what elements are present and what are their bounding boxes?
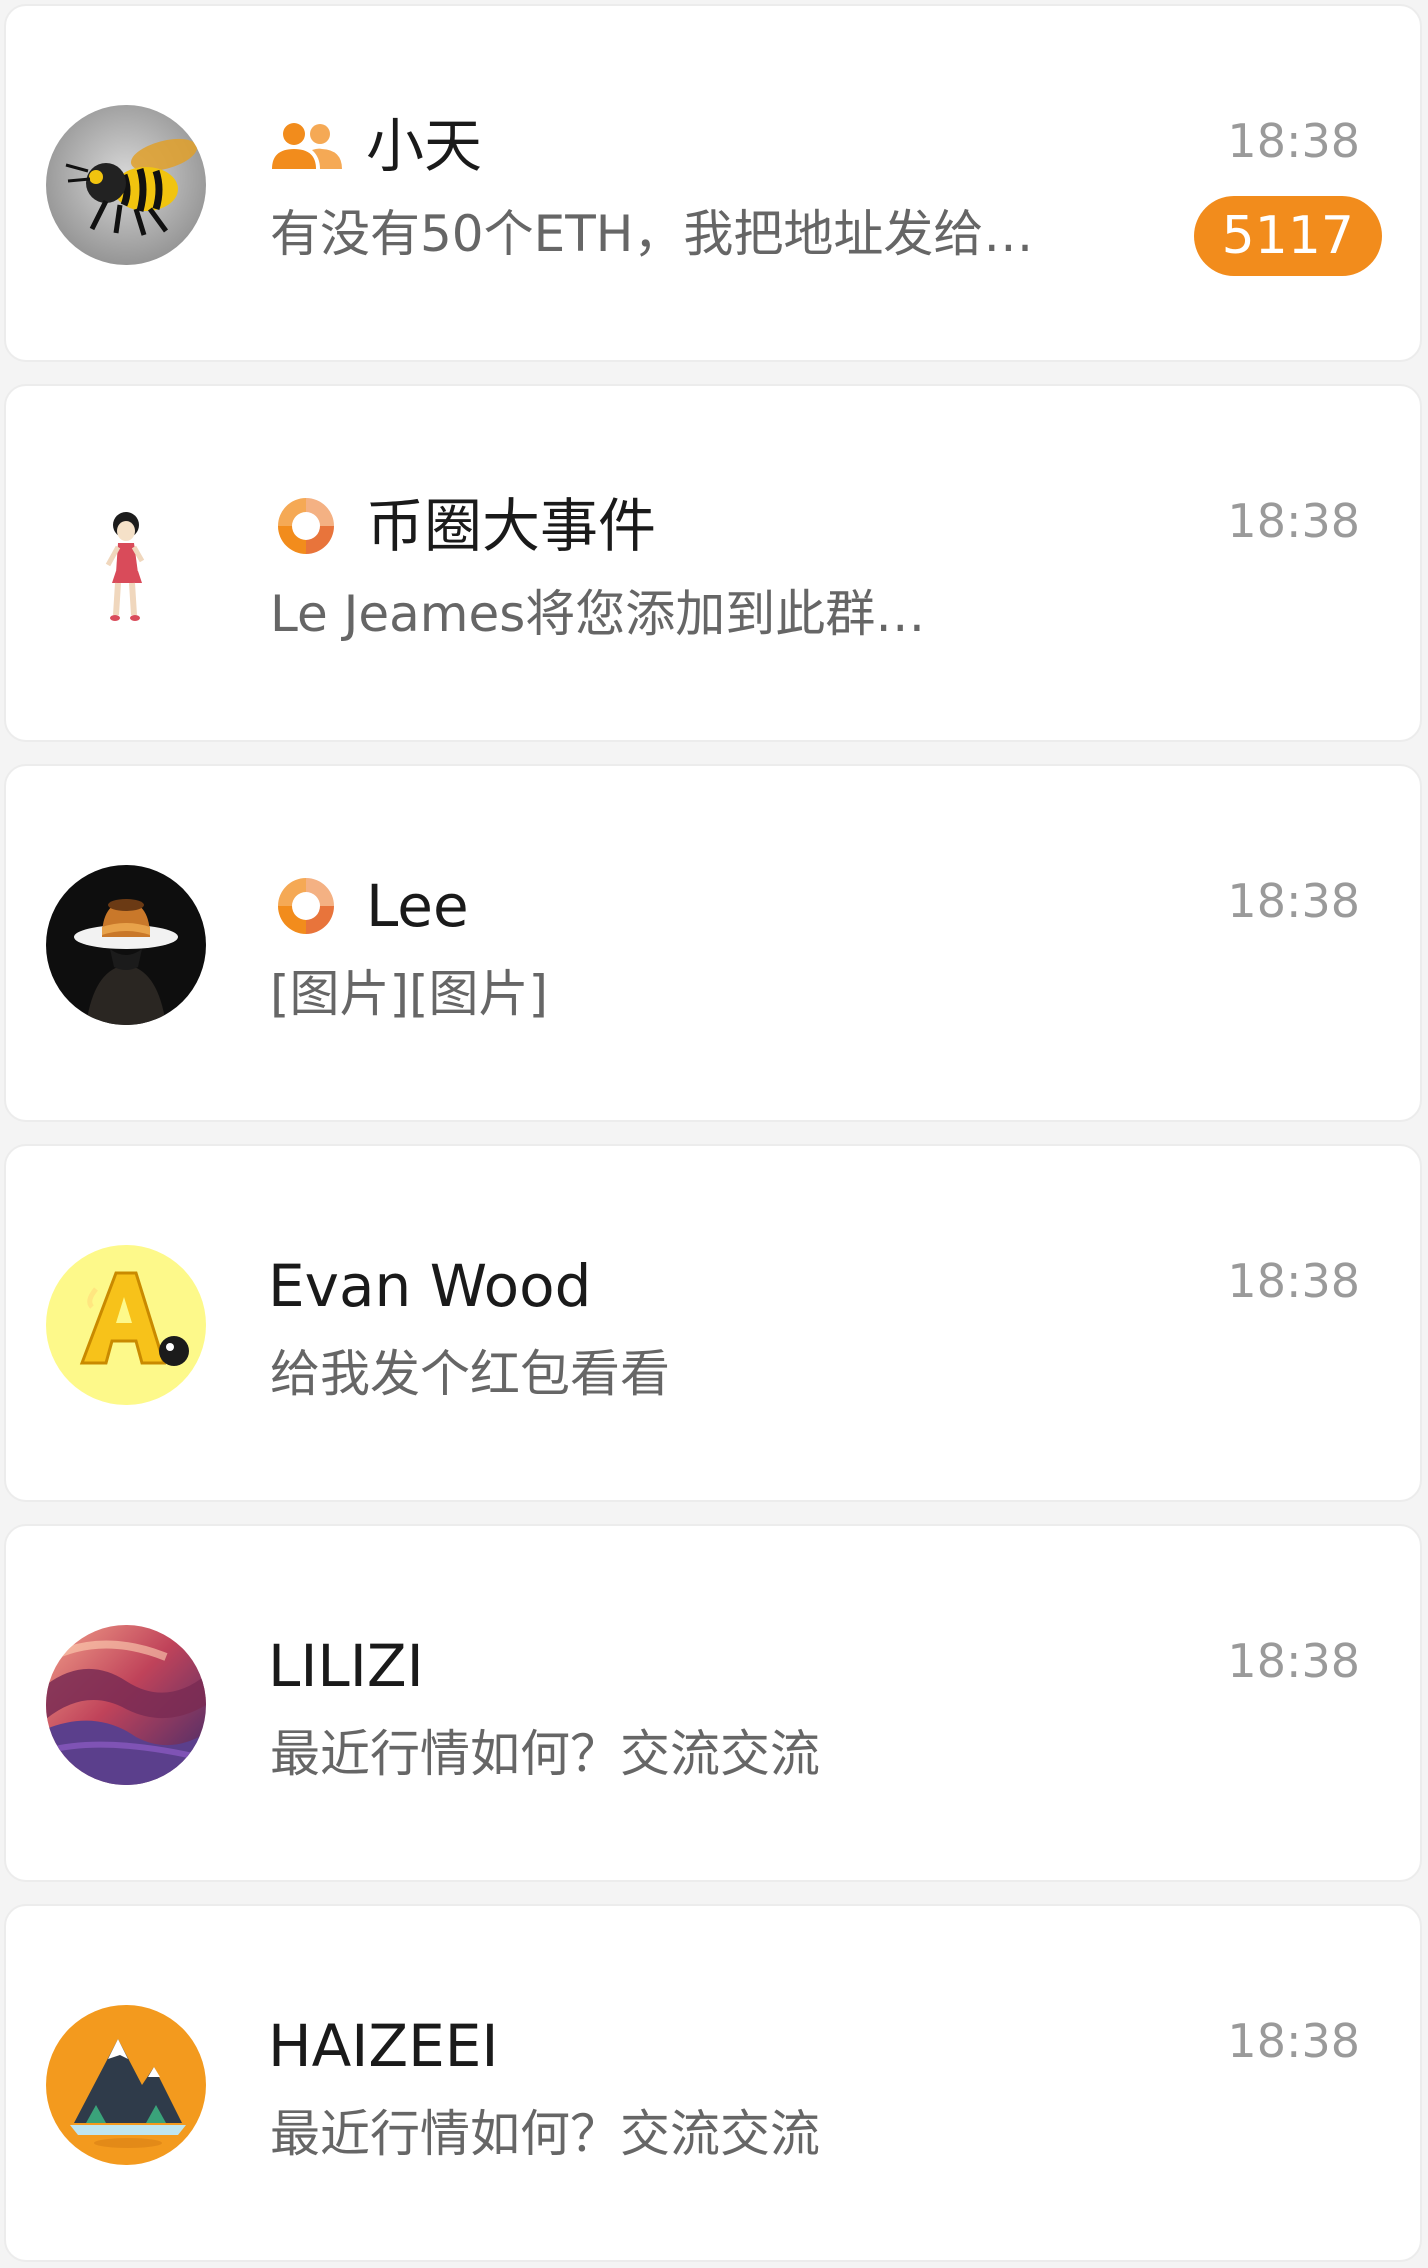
- letter-a-avatar[interactable]: [46, 1245, 206, 1405]
- chat-name: Lee: [366, 872, 469, 940]
- chat-item-evan-wood[interactable]: Evan Wood 给我发个红包看看 18:38: [4, 1144, 1422, 1502]
- chat-item-xiaotian[interactable]: 小天 有没有50个ETH，我把地址发给… 18:38 5117: [4, 4, 1422, 362]
- chat-preview: 最近行情如何？交流交流: [270, 2105, 820, 2163]
- channel-icon: [268, 875, 344, 937]
- chat-time: 18:38: [1227, 2014, 1360, 2068]
- chat-list: 小天 有没有50个ETH，我把地址发给… 18:38 5117 币圈大事件 Le…: [0, 0, 1428, 2268]
- chat-name: 币圈大事件: [366, 492, 657, 560]
- chat-preview: 有没有50个ETH，我把地址发给…: [270, 205, 1034, 263]
- chat-time: 18:38: [1227, 494, 1360, 548]
- canyon-avatar[interactable]: [46, 1625, 206, 1785]
- mountain-avatar[interactable]: [46, 2005, 206, 2165]
- chat-name: LILIZI: [268, 1632, 424, 1700]
- chat-name: 小天: [366, 112, 483, 180]
- chat-item-lilizi[interactable]: LILIZI 最近行情如何？交流交流 18:38: [4, 1524, 1422, 1882]
- chat-time: 18:38: [1227, 114, 1360, 168]
- hat-man-avatar[interactable]: [46, 865, 206, 1025]
- bee-avatar[interactable]: [46, 105, 206, 265]
- chat-time: 18:38: [1227, 874, 1360, 928]
- chat-preview: 最近行情如何？交流交流: [270, 1725, 820, 1783]
- group-icon: [268, 115, 344, 177]
- chat-item-haizeei[interactable]: HAIZEEI 最近行情如何？交流交流 18:38: [4, 1904, 1422, 2262]
- channel-icon: [268, 495, 344, 557]
- chat-item-bi-quan-da-shi-jian[interactable]: 币圈大事件 Le Jeames将您添加到此群… 18:38: [4, 384, 1422, 742]
- chat-time: 18:38: [1227, 1254, 1360, 1308]
- chat-preview: 给我发个红包看看: [270, 1345, 670, 1403]
- chat-preview: Le Jeames将您添加到此群…: [270, 585, 926, 643]
- unread-badge: 5117: [1193, 196, 1382, 276]
- chat-item-lee[interactable]: Lee [图片][图片] 18:38: [4, 764, 1422, 1122]
- chat-time: 18:38: [1227, 1634, 1360, 1688]
- cartoon-girl-avatar[interactable]: [46, 485, 206, 645]
- chat-name: Evan Wood: [268, 1252, 592, 1320]
- chat-preview: [图片][图片]: [270, 965, 549, 1023]
- chat-name: HAIZEEI: [268, 2012, 499, 2080]
